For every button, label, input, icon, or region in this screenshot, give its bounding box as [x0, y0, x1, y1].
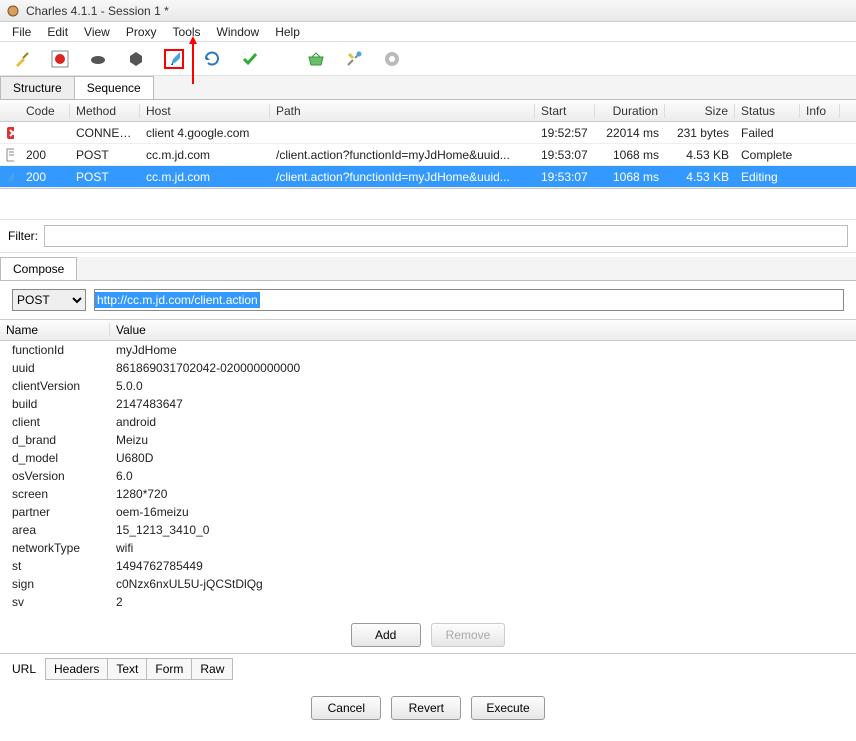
col-method[interactable]: Method [70, 104, 140, 118]
main-tabs: Structure Sequence [0, 76, 856, 100]
col-param-value[interactable]: Value [110, 323, 856, 337]
param-row[interactable]: functionIdmyJdHome [0, 341, 856, 359]
table-row[interactable]: 200 POST cc.m.jd.com /client.action?func… [0, 144, 856, 166]
table-row[interactable]: CONNECT client 4.google.com 19:52:57 220… [0, 122, 856, 144]
detail-tabs: Compose [0, 257, 856, 281]
edit-icon [0, 170, 20, 184]
menu-view[interactable]: View [78, 23, 116, 41]
table-row[interactable]: 200 POST cc.m.jd.com /client.action?func… [0, 166, 856, 188]
col-code[interactable]: Code [20, 104, 70, 118]
param-row[interactable]: sv2 [0, 593, 856, 611]
col-status[interactable]: Status [735, 104, 800, 118]
broom-icon[interactable] [12, 49, 32, 69]
tab-sequence[interactable]: Sequence [74, 76, 154, 99]
subtab-headers[interactable]: Headers [45, 658, 108, 680]
filter-input[interactable] [44, 225, 848, 247]
cancel-button[interactable]: Cancel [311, 696, 381, 720]
toolbar [0, 42, 856, 76]
params-body: functionIdmyJdHomeuuid861869031702042-02… [0, 341, 856, 611]
revert-button[interactable]: Revert [391, 696, 461, 720]
col-host[interactable]: Host [140, 104, 270, 118]
menu-edit[interactable]: Edit [41, 23, 74, 41]
app-icon [6, 4, 20, 18]
method-select[interactable]: POST [12, 289, 86, 311]
url-input[interactable]: http://cc.m.jd.com/client.action [94, 289, 844, 311]
filter-bar: Filter: [0, 219, 856, 253]
turtle-icon[interactable] [88, 49, 108, 69]
params-header: Name Value [0, 319, 856, 341]
remove-button[interactable]: Remove [431, 623, 506, 647]
basket-icon[interactable] [306, 49, 326, 69]
refresh-icon[interactable] [202, 49, 222, 69]
param-row[interactable]: clientVersion5.0.0 [0, 377, 856, 395]
col-info[interactable]: Info [800, 104, 840, 118]
doc-icon [0, 148, 20, 162]
param-row[interactable]: area15_1213_3410_0 [0, 521, 856, 539]
param-row[interactable]: screen1280*720 [0, 485, 856, 503]
param-row[interactable]: d_brandMeizu [0, 431, 856, 449]
param-row[interactable]: d_modelU680D [0, 449, 856, 467]
menu-tools[interactable]: Tools [167, 23, 207, 41]
tab-compose[interactable]: Compose [0, 257, 77, 280]
edit-icon[interactable] [164, 49, 184, 69]
tab-structure[interactable]: Structure [0, 76, 75, 99]
param-row[interactable]: clientandroid [0, 413, 856, 431]
hexagon-icon[interactable] [126, 49, 146, 69]
col-param-name[interactable]: Name [0, 323, 110, 337]
menubar: File Edit View Proxy Tools Window Help [0, 22, 856, 42]
subtab-text[interactable]: Text [107, 658, 147, 680]
col-start[interactable]: Start [535, 104, 595, 118]
action-buttons: Cancel Revert Execute [0, 684, 856, 726]
subtab-raw[interactable]: Raw [191, 658, 233, 680]
filter-label: Filter: [8, 229, 38, 243]
col-duration[interactable]: Duration [595, 104, 665, 118]
param-row[interactable]: st1494762785449 [0, 557, 856, 575]
window-title: Charles 4.1.1 - Session 1 * [26, 4, 169, 18]
request-grid: Code Method Host Path Start Duration Siz… [0, 100, 856, 189]
error-icon [0, 126, 20, 140]
menu-file[interactable]: File [6, 23, 37, 41]
subtab-form[interactable]: Form [146, 658, 192, 680]
param-row[interactable]: networkTypewifi [0, 539, 856, 557]
tools-icon[interactable] [344, 49, 364, 69]
record-icon[interactable] [50, 49, 70, 69]
param-row[interactable]: uuid861869031702042-020000000000 [0, 359, 856, 377]
col-path[interactable]: Path [270, 104, 535, 118]
compose-subtabs: URL Headers Text Form Raw [0, 653, 856, 684]
subtab-url[interactable]: URL [8, 659, 46, 679]
param-row[interactable]: signc0Nzx6nxUL5U-jQCStDlQg [0, 575, 856, 593]
menu-proxy[interactable]: Proxy [120, 23, 163, 41]
check-icon[interactable] [240, 49, 260, 69]
col-size[interactable]: Size [665, 104, 735, 118]
param-row[interactable]: partneroem-16meizu [0, 503, 856, 521]
compose-bar: POST http://cc.m.jd.com/client.action [0, 281, 856, 319]
add-button[interactable]: Add [351, 623, 421, 647]
execute-button[interactable]: Execute [471, 696, 544, 720]
window-titlebar: Charles 4.1.1 - Session 1 * [0, 0, 856, 22]
menu-window[interactable]: Window [211, 23, 266, 41]
gear-icon[interactable] [382, 49, 402, 69]
menu-help[interactable]: Help [269, 23, 306, 41]
param-row[interactable]: osVersion6.0 [0, 467, 856, 485]
param-buttons: Add Remove [0, 611, 856, 653]
param-row[interactable]: build2147483647 [0, 395, 856, 413]
grid-header: Code Method Host Path Start Duration Siz… [0, 100, 856, 122]
